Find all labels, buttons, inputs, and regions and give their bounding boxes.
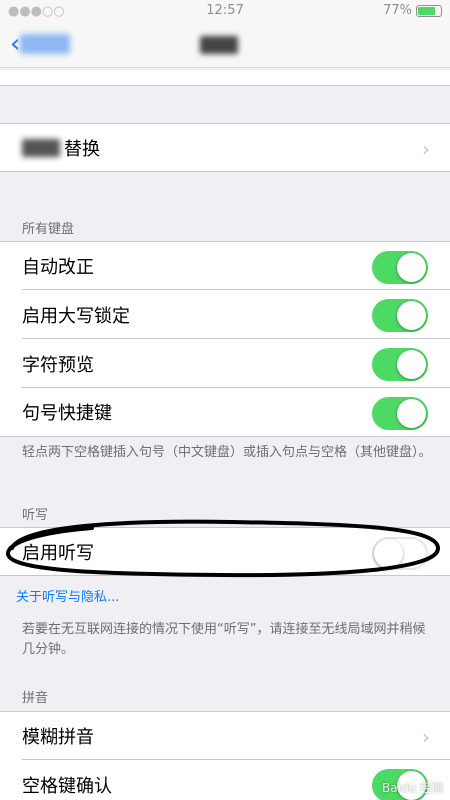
row-label: 模糊拼音 — [22, 727, 94, 748]
chevron-left-icon: ‹ — [10, 29, 21, 59]
nav-bar: ‹ — [0, 22, 450, 68]
section-header-pinyin: 拼音 — [22, 691, 49, 706]
dictation-footer: 若要在无互联网连接的情况下使用“听写”，请连接至无线局域网并稍候几分钟。 — [22, 622, 426, 657]
chevron-right-icon: › — [422, 137, 430, 161]
row-label: 启用听写 — [22, 542, 94, 564]
chevron-right-icon: › — [422, 725, 430, 749]
back-button[interactable]: ‹ — [10, 29, 71, 59]
row-label: 字符预览 — [22, 354, 94, 376]
row-caps-lock: 启用大写锁定 — [0, 290, 450, 339]
status-bar: ●●●○○ 12:57 77% — [0, 0, 450, 22]
battery-percent: 77% — [383, 3, 412, 18]
period-shortcut-toggle[interactable] — [372, 397, 428, 430]
page-title-blurred — [200, 36, 238, 54]
row-char-preview: 字符预览 — [0, 339, 450, 388]
row-label: 自动改正 — [22, 257, 94, 278]
replace-row[interactable]: 替换 › — [0, 123, 450, 172]
row-enable-dictation: 启用听写 — [0, 527, 450, 576]
row-auto-correct: 自动改正 — [0, 241, 450, 290]
row-label: 启用大写锁定 — [22, 305, 130, 327]
back-label-blurred — [20, 34, 71, 54]
section-header-all-keyboards: 所有键盘 — [22, 222, 75, 237]
enable-dictation-toggle[interactable] — [372, 537, 428, 570]
section-header-dictation: 听写 — [22, 508, 49, 523]
row-fuzzy-pinyin[interactable]: 模糊拼音 › — [0, 711, 450, 760]
dictation-privacy-link[interactable]: 关于听写与隐私... — [16, 586, 119, 605]
watermark: Baidu 经验 — [382, 781, 444, 795]
all-keyboards-footer: 轻点两下空格键插入句号（中文键盘）或插入句点与空格（其他键盘）。 — [22, 445, 432, 460]
replace-label: 替换 — [64, 138, 100, 160]
battery-icon — [416, 4, 442, 17]
status-right: 77% — [383, 3, 442, 18]
row-label: 句号快捷键 — [22, 403, 112, 424]
char-preview-toggle[interactable] — [372, 348, 428, 381]
caps-lock-toggle[interactable] — [372, 299, 428, 332]
auto-correct-toggle[interactable] — [372, 251, 428, 284]
row-period-shortcut: 句号快捷键 — [0, 388, 450, 437]
row-label: 空格键确认 — [22, 775, 112, 797]
replace-prefix-blurred — [22, 138, 60, 157]
previous-group-bottom — [0, 70, 450, 86]
